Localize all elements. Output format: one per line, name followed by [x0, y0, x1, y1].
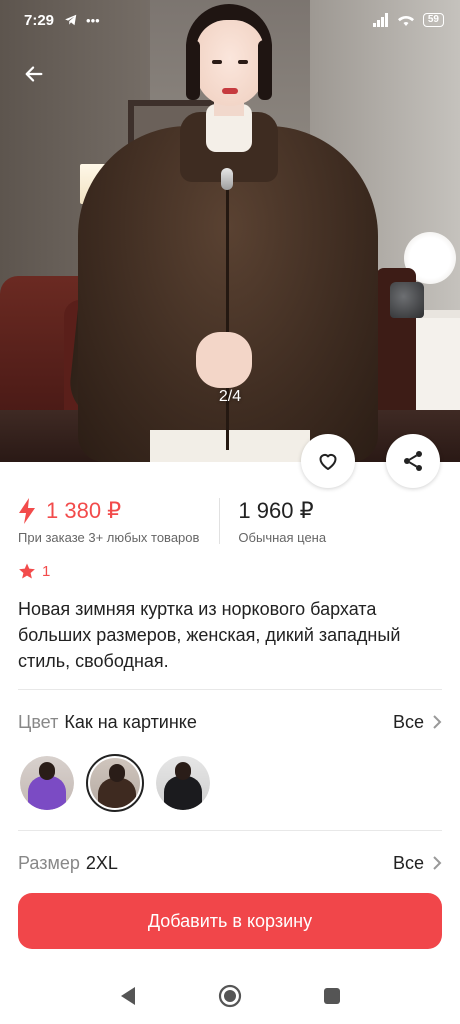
model-hair-left: [186, 40, 200, 100]
color-label: Цвет: [18, 711, 59, 732]
image-page-indicator: 2/4: [218, 388, 242, 405]
system-nav-bar: [0, 968, 460, 1024]
status-bar: 7:29 ••• 59: [0, 0, 460, 40]
size-value: 2XL: [85, 852, 118, 873]
size-all-label: Все: [392, 852, 424, 873]
share-button[interactable]: [386, 434, 440, 488]
price-section: 1 380 ₽ При заказе 3+ любых товаров 1 96…: [18, 498, 442, 550]
rating[interactable]: 1: [18, 562, 50, 580]
size-option-row[interactable]: Размер 2XL Все: [18, 848, 442, 878]
regular-price-caption: Обычная цена: [238, 530, 327, 545]
size-label: Размер: [18, 852, 80, 873]
color-all-label: Все: [392, 711, 424, 732]
promo-price-value: 1 380 ₽: [46, 498, 122, 523]
wifi-icon: [397, 15, 414, 26]
chevron-right-icon: [433, 856, 442, 870]
telegram-icon: [65, 14, 77, 26]
status-system-icons: 59: [372, 13, 444, 27]
circle-home-icon: [218, 984, 242, 1008]
nav-recents-button[interactable]: [317, 981, 347, 1011]
black-coat-thumbnail[interactable]: [154, 754, 212, 812]
divider: [18, 830, 442, 831]
status-notification-icons: •••: [64, 13, 100, 28]
promo-price: 1 380 ₽: [18, 498, 199, 524]
product-image[interactable]: 7:29 ••• 59 2/4: [0, 0, 460, 462]
star-icon: [19, 563, 35, 579]
model-eye-left: [212, 60, 222, 64]
swatch-model: [109, 764, 125, 782]
product-title: Новая зимняя куртка из норкового бархата…: [18, 599, 401, 671]
triangle-back-icon: [121, 987, 135, 1005]
swatch-coat: [98, 778, 136, 808]
color-value: Как на картинке: [64, 711, 197, 732]
divider: [18, 689, 442, 690]
signal-icon: [372, 13, 388, 27]
zipper-pull: [221, 168, 233, 190]
lightning-icon: [19, 498, 35, 524]
promo-price-caption: При заказе 3+ любых товаров: [18, 530, 200, 545]
nav-back-button[interactable]: [113, 981, 143, 1011]
color-all-link[interactable]: Все: [393, 712, 442, 733]
regular-price-value: 1 960 ₽: [238, 498, 314, 523]
purple-coat-thumbnail[interactable]: [18, 754, 76, 812]
battery-icon: 59: [422, 13, 444, 27]
rating-value: 1: [42, 562, 51, 580]
size-all-link[interactable]: Все: [393, 853, 442, 874]
promo-price-block: 1 380 ₽ При заказе 3+ любых товаров: [18, 498, 199, 550]
price-divider: [219, 498, 221, 544]
model-hand: [196, 332, 252, 388]
coat-zipper: [226, 170, 229, 450]
heart-icon: [319, 453, 337, 470]
square-recents-icon: [324, 988, 340, 1004]
brown-coat-thumbnail[interactable]: [86, 754, 144, 812]
model-hair-right: [258, 40, 272, 100]
model-lips: [222, 88, 238, 94]
model-eye-right: [238, 60, 248, 64]
arrow-left-icon: [25, 66, 43, 82]
status-time: 7:29: [24, 11, 55, 29]
back-button[interactable]: [16, 56, 52, 92]
vase: [390, 282, 424, 318]
color-swatches: [18, 754, 212, 812]
chevron-right-icon: [433, 715, 442, 729]
more-notifications-icon: •••: [86, 12, 100, 28]
nav-home-button[interactable]: [215, 981, 245, 1011]
add-to-cart-button[interactable]: Добавить в корзину: [18, 893, 442, 949]
pants: [150, 430, 310, 462]
regular-price-block: 1 960 ₽ Обычная цена: [238, 498, 326, 550]
swatch-model: [39, 762, 55, 780]
swatch-model: [175, 762, 191, 780]
swatch-coat: [28, 776, 66, 810]
swatch-coat: [164, 776, 202, 810]
favorite-button[interactable]: [301, 434, 355, 488]
color-option-row[interactable]: Цвет Как на картинке Все: [18, 707, 442, 737]
share-icon: [404, 451, 422, 471]
